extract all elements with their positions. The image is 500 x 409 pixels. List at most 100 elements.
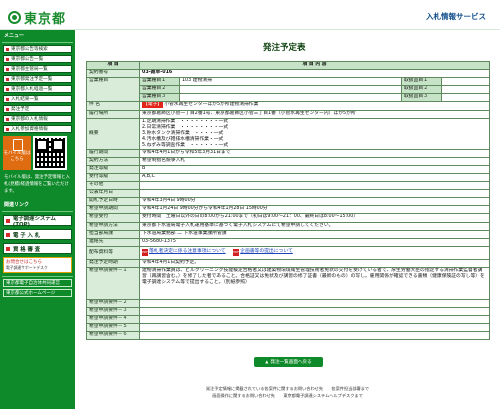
page-header: 東京都 入札情報サービス [0,0,500,30]
official-site-link[interactable]: 東京都公式ホームページ [3,289,72,297]
summary-cell: 1.定期清掃作業 ・・・・・・・・一式 2.日常清掃作業 ・・・・・・・・一式 … [138,117,491,150]
row-label: 件 名 [86,101,140,111]
joint-operation-link[interactable]: 東京都電子自治体共同運営 [3,279,72,287]
sidebar-item-label: 東京都主管局一覧 [11,67,48,72]
e-bidding-link[interactable]: 電 子 入 札 [3,229,72,240]
business-type-value: 103 建物清掃 [179,77,402,87]
sidebar-item-label: 東京都入札経過一覧 [11,87,53,92]
footer-helpdesk-line: 画面操作に関するお問い合わせ先 東京都電子調達システムヘルプデスクまで [212,393,363,398]
business-type-value [179,93,402,103]
handling-item-label: 取扱品目２ [401,85,442,95]
row-label: 発注予定時期 [86,258,140,268]
column-header-content: 項 目 内 容 [138,60,491,71]
bullet-icon [6,232,10,237]
row-label: 公表年月日 [86,189,140,199]
tokyo-emblem-icon [8,11,21,24]
bullet-icon [6,107,9,111]
sidebar-menu-heading: メニュー [4,33,25,39]
help-tagline: 電子調達サポートデスク [6,265,48,270]
bullet-icon [6,77,9,81]
order-plan-table: 項 目 項 目 内 容 契約番号 03-雑草-016 営業種目 営業種目１ 10… [86,60,491,341]
sidebar-item-label: 東京都公告一覧 [11,57,44,62]
electronic-tag: 【電子】 [142,102,164,109]
page-footer: 発注予定情報に掲載されている各案件に関するお問い合わせ先 各案件担当部署まで 画… [75,385,500,399]
qualification-review-link[interactable]: 資 格 審 査 [3,243,72,254]
bullet-icon [6,218,10,223]
period-value: 令和4年4月1日から令和5年3月31日まで [138,148,491,158]
planned-date-value: 令和4年4月1日契約予定。 [138,258,491,268]
bullet-icon [6,47,9,51]
sidebar-divider [2,42,73,43]
bullet-icon [6,67,9,71]
handling-item-value [440,93,491,103]
return-to-list-button[interactable]: 発注一覧画面へ戻る [254,357,323,367]
column-header-item: 項 目 [86,60,140,71]
department-value: 下水道局業務部 二 下水道事業課所管課 [138,229,491,239]
row-label: 連絡先 [86,237,140,247]
mobile-version-button[interactable]: モバイル版はこちら [3,136,31,170]
sidebar-divider [2,276,73,277]
bullet-icon [6,57,9,61]
bullet-icon [6,246,10,251]
sidebar-item-bid-progress[interactable]: 東京都入札経過一覧 [3,85,72,93]
sidebar-divider [2,211,73,212]
requirement-value [138,298,491,308]
row-label: 希望申請要件－４ [86,315,140,325]
system-title: 入札情報サービス [426,12,486,21]
requirement-value [138,323,491,333]
pdf-icon: PDF [233,249,240,257]
business-type-name: 営業種目３ [139,93,180,103]
link-label: 電 子 入 札 [13,232,41,239]
handling-item-value [440,77,491,87]
row-label: 開札予定日時 [86,197,140,207]
sidebar-item-label: 東京都の入札情報 [11,117,48,122]
pdf-icon: PDF [142,249,148,257]
sidebar-item-bureau-list[interactable]: 東京都主管局一覧 [3,65,72,73]
requirement-value [138,315,491,325]
handling-item-label: 取扱品目３ [401,93,442,103]
bullet-icon [6,87,9,91]
doc-link-notice[interactable]: 落札者決定に係る注意事項について [149,249,226,254]
sidebar-item-bid-results[interactable]: 入札結果一覧 [3,95,72,103]
other-value [138,181,491,191]
sidebar-item-order-plan[interactable]: 発注予定 [3,105,72,113]
tokyo-logo[interactable]: 東京都 [8,8,66,27]
mobile-section: モバイル版はこちら [3,136,72,170]
row-label: 受付等級 [86,172,140,183]
footer-contact-line: 発注予定情報に掲載されている各案件に関するお問い合わせ先 各案件担当部署まで [205,386,370,391]
help-desk-banner[interactable]: お問合せはこちら 電子調達サポートデスク [3,257,72,273]
summary-line: 5.ねずみ等調査作業 ・・・・・・一式 [142,142,229,148]
business-type-value [179,85,402,95]
link-label: 資 格 審 査 [13,246,41,253]
doc-link-proposal[interactable]: 企画書等の提出について [240,249,293,254]
row-label: 履行期間 [86,148,140,158]
business-type-name: 営業種目１ [139,77,180,87]
docs-cell: PDF落札者決定に係る注意事項について PDF企画書等の提出について [138,245,491,260]
order-grade-value: B [138,164,491,174]
sidebar-item-bid-info[interactable]: 東京都の入札情報 [3,115,72,123]
sidebar-item-order-plan-list[interactable]: 東京都発注予定一覧 [3,75,72,83]
contract-method-value: 希望制指名競争入札 [138,156,491,166]
link-label: 電子調達システム(TOP) [12,215,56,228]
bullet-icon [6,117,9,121]
sidebar: メニュー 東京都公告等検索 東京都公告一覧 東京都主管局一覧 東京都発注予定一覧… [0,30,75,409]
subject-text: 小管水再生センターほか5か所建物清掃作業 [164,102,259,108]
logo-text: 東京都 [24,11,67,26]
apply-period-value: 令和4年1月24日 9時00分から令和4年1月28日 15時00分 [138,205,491,215]
row-label: 希望申請要件－６ [86,331,140,341]
row-label: 配布資料等 [86,245,140,260]
row-label: 契約方法 [86,156,140,166]
sidebar-item-label: 東京都発注予定一覧 [11,77,53,82]
sidebar-item-search[interactable]: 東京都公告等検索 [3,45,72,53]
requirement-value [138,331,491,341]
sidebar-item-notice-list[interactable]: 東京都公告一覧 [3,55,72,63]
sidebar-item-qualification[interactable]: 入札参加資格情報 [3,125,72,133]
apply-time-value: 受付時間 土曜日以外の日の8:00から21:00まで（初日は9:00〜21：00… [138,213,491,223]
e-procurement-top-link[interactable]: 電子調達システム(TOP) [3,215,72,228]
requirement-value [138,306,491,317]
location-value: 東京都葛飾区小菅一丁目2番1号、東京都葛飾区小菅三丁目1番（小菅水再生センター内… [138,109,491,119]
row-label: 履行場所 [86,109,140,119]
row-label: 契約番号 [86,69,140,79]
opening-date-value: 令和4年3月4日 9時00分 [138,197,491,207]
requirement-1-value: 建物清掃作業員は、ビルクリーニング技能検定合格者又は建築物環境衛生管理技術者免状… [138,266,491,300]
